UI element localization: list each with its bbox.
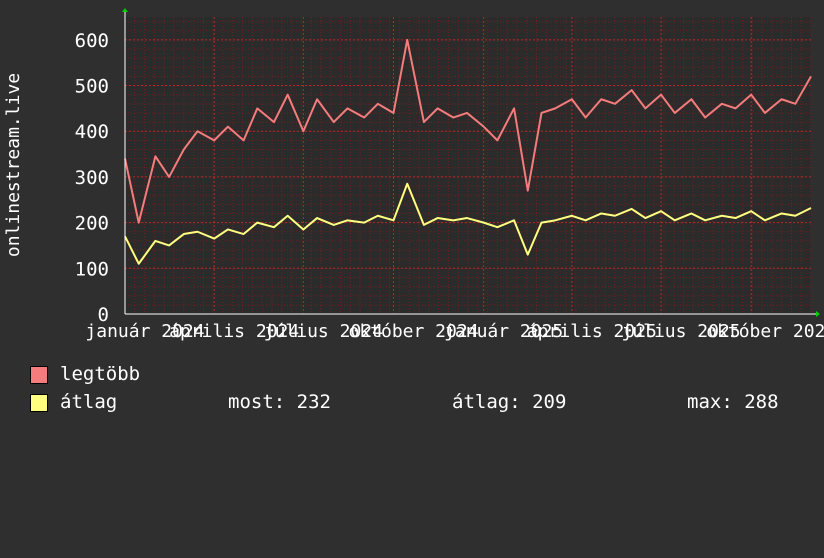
y-tick-label: 200 (75, 213, 109, 235)
y-tick-label: 400 (75, 121, 109, 143)
y-axis-label: onlinestream.live (3, 73, 24, 257)
x-axis-arrow (816, 311, 820, 317)
legend-avg-label: átlag (60, 391, 118, 413)
chart-panel: 0 100 200 300 400 500 600 január 2024 április 20… (0, 0, 824, 430)
stat-max: max: 288 (687, 391, 779, 413)
y-tick-label: 100 (75, 258, 109, 280)
x-tick-label: október 2025 (706, 321, 824, 342)
legend-max-swatch (30, 366, 48, 384)
stat-average: átlag: 209 (452, 391, 567, 413)
legend-max-label: legtöbb (60, 363, 141, 385)
y-tick-label: 300 (75, 167, 109, 189)
y-tick-label: 600 (75, 30, 109, 52)
stat-now: most: 232 (228, 391, 331, 413)
legend-avg: átlag most: 232 átlag: 209 max: 288 (30, 390, 810, 414)
y-axis-arrow (122, 8, 128, 12)
y-tick-label: 500 (75, 76, 109, 98)
line-chart: 0100200300400500600január 2024április 20… (3, 8, 824, 342)
legend-avg-swatch (30, 394, 48, 412)
legend-max: legtöbb (30, 362, 140, 386)
